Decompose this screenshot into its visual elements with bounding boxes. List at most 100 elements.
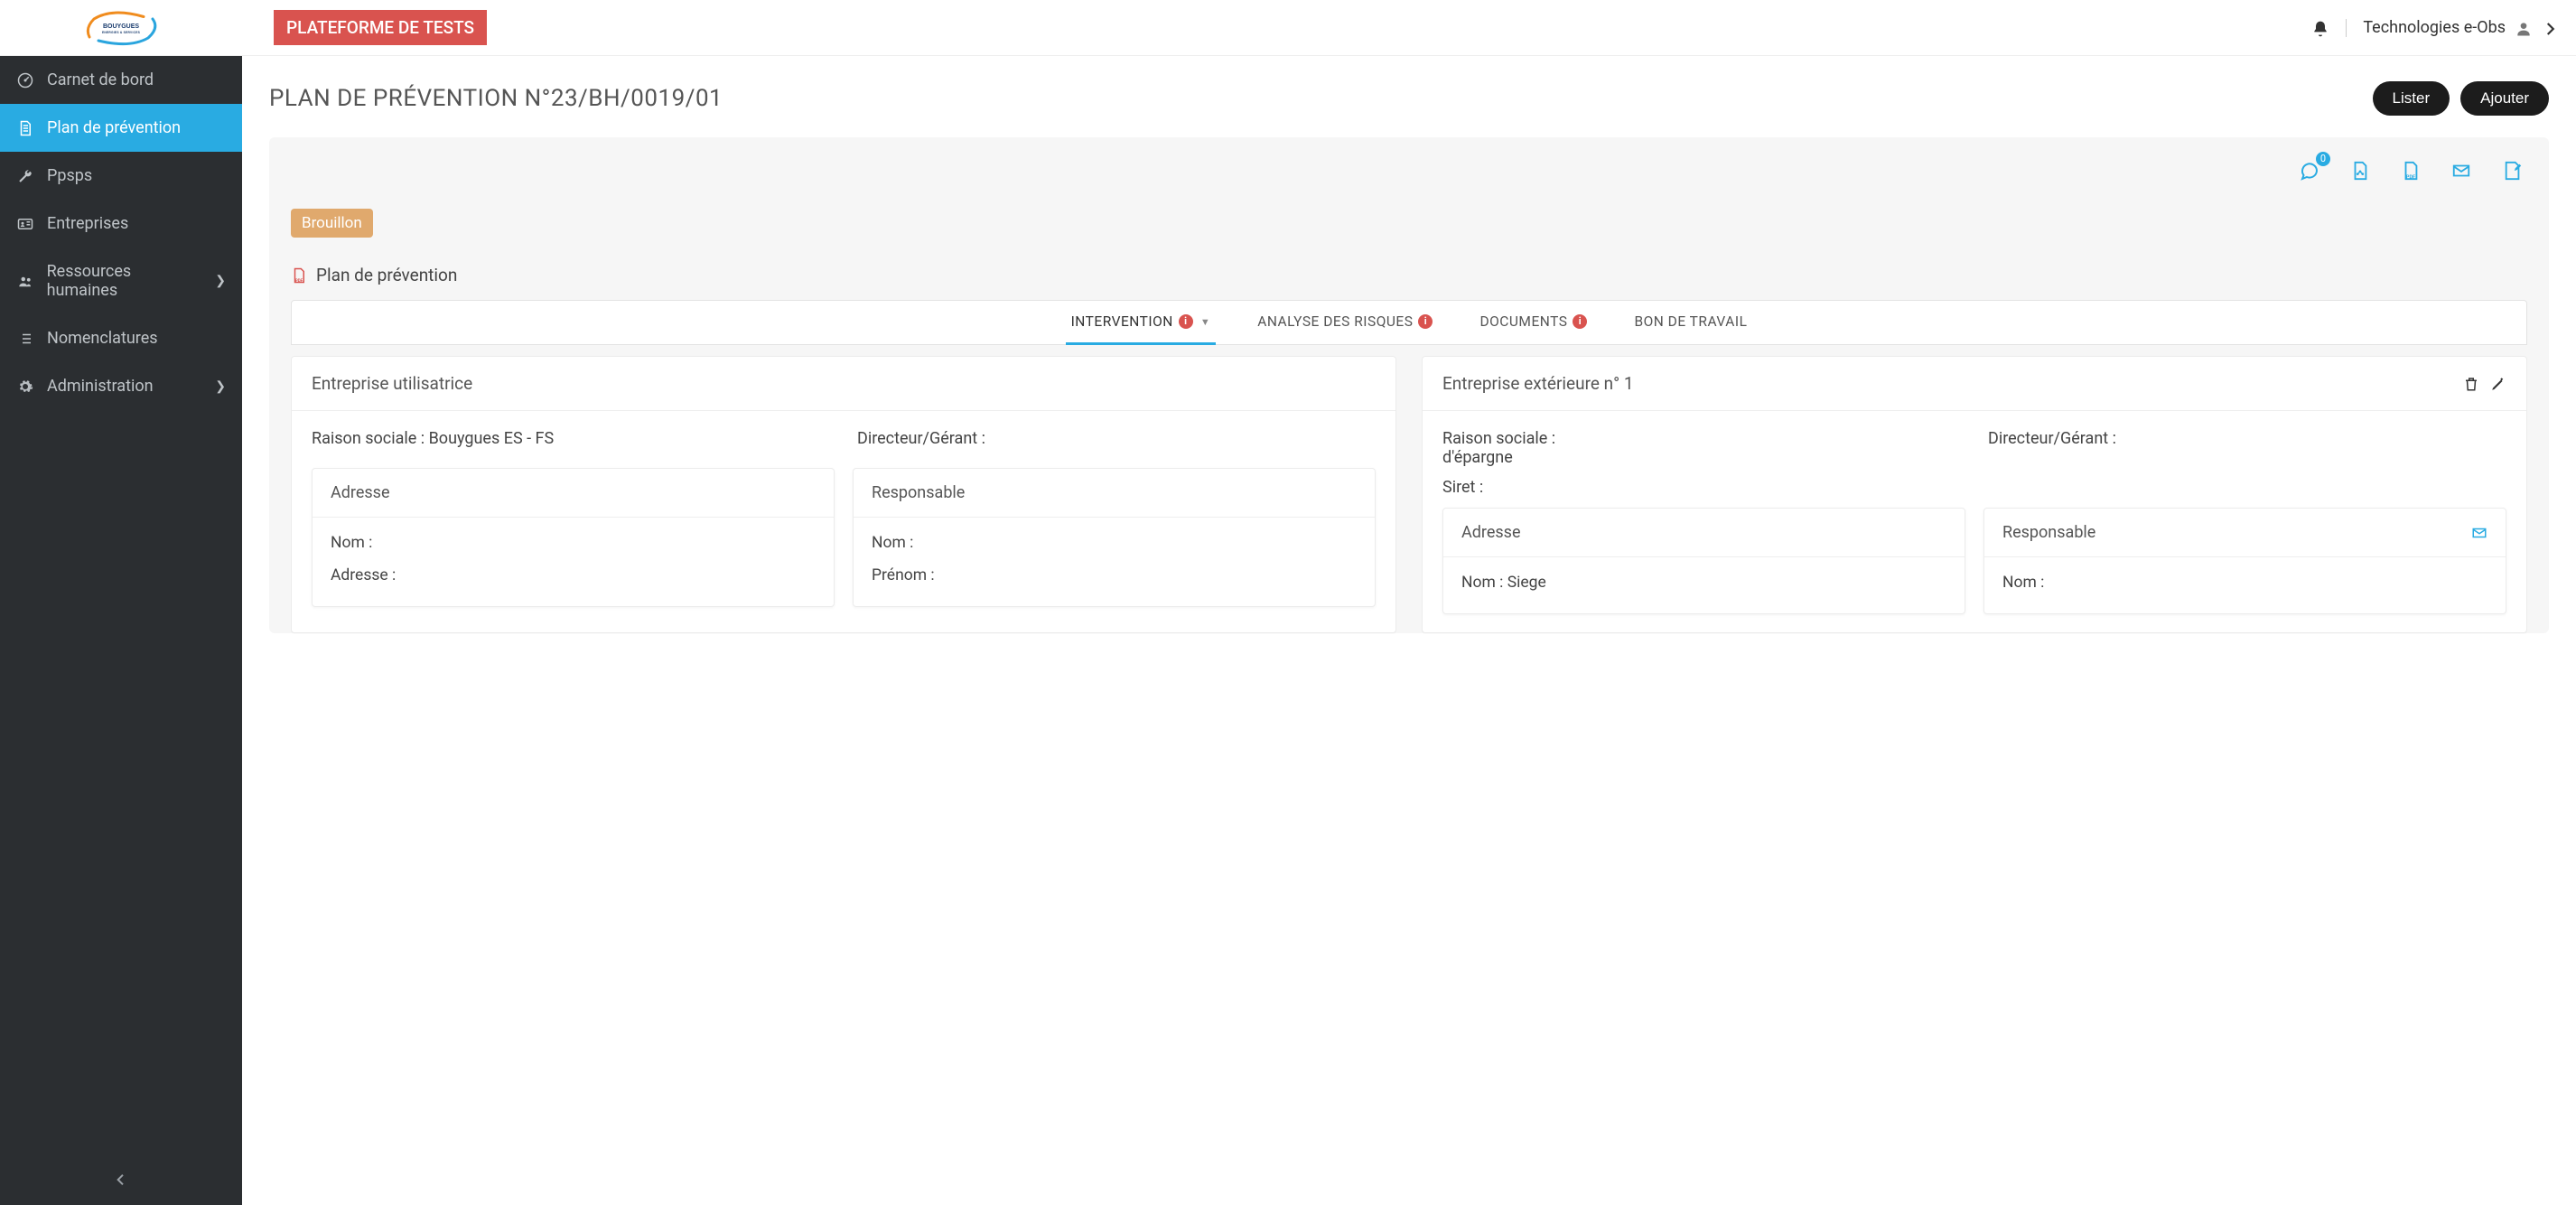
value: Siege (1507, 574, 1546, 592)
user-icon[interactable] (2515, 17, 2533, 39)
chevron-right-icon[interactable] (2542, 17, 2558, 39)
sidebar-item-label: Carnet de bord (47, 70, 154, 89)
section-title: Plan de prévention (316, 265, 457, 285)
page-actions: Lister Ajouter (2373, 81, 2549, 116)
main-content: PLAN DE PRÉVENTION N°23/BH/0019/01 Liste… (242, 56, 2576, 1205)
card-entreprise-utilisatrice: Entreprise utilisatrice Raison sociale :… (291, 356, 1396, 633)
sidebar-item-nomenclatures[interactable]: Nomenclatures (0, 314, 242, 362)
envelope-icon[interactable] (2451, 159, 2471, 182)
field-directeur: Directeur/Gérant : (1988, 429, 2506, 448)
sidebar-collapse-button[interactable] (0, 1163, 242, 1196)
svg-text:PDF: PDF (295, 278, 303, 284)
tab-intervention[interactable]: INTERVENTION i ▼ (1066, 301, 1217, 345)
card-body: Raison sociale : Bouygues ES - FS Direct… (292, 411, 1395, 625)
tab-label: DOCUMENTS (1479, 313, 1567, 330)
chevron-left-icon (114, 1172, 128, 1187)
label: Raison sociale : (1442, 429, 1555, 448)
topbar-right: Technologies e-Obs (2311, 17, 2558, 39)
sidebar-item-carnet-de-bord[interactable]: Carnet de bord (0, 56, 242, 104)
subcard-title: Adresse (1461, 523, 1521, 542)
page-title: PLAN DE PRÉVENTION N°23/BH/0019/01 (269, 85, 723, 112)
envelope-icon[interactable] (2471, 524, 2487, 542)
field-directeur: Directeur/Gérant : (857, 429, 1376, 448)
label: Nom : (1461, 574, 1503, 592)
value: Bouygues ES - FS (429, 429, 555, 448)
bouygues-logo-icon: BOUYGUES ENERGIES & SERVICES (80, 10, 162, 46)
subcard-title: Adresse (331, 483, 390, 502)
sidebar-item-plan-de-prevention[interactable]: Plan de prévention (0, 104, 242, 152)
svg-text:BOUYGUES: BOUYGUES (103, 23, 139, 30)
sign-icon[interactable] (2502, 159, 2524, 182)
sidebar: Carnet de bord Plan de prévention Ppsps … (0, 56, 242, 1205)
list-button[interactable]: Lister (2373, 81, 2450, 116)
subcard-responsable: Responsable Nom : (1983, 508, 2506, 614)
sidebar-item-ressources-humaines[interactable]: Ressources humaines ❯ (0, 248, 242, 314)
logo[interactable]: BOUYGUES ENERGIES & SERVICES (80, 10, 162, 46)
edit-icon[interactable] (2490, 374, 2506, 393)
field-prenom: Prénom : (872, 566, 1357, 584)
environment-badge: PLATEFORME DE TESTS (274, 10, 487, 45)
sidebar-item-label: Entreprises (47, 214, 128, 233)
document-icon (16, 119, 34, 137)
svg-text:PDF: PDF (2406, 174, 2415, 180)
tab-label: INTERVENTION (1071, 313, 1173, 330)
field-raison-sociale: Raison sociale : Bouygues ES - FS (312, 429, 830, 448)
pdf-file-icon: PDF (291, 266, 307, 285)
comments-badge: 0 (2316, 152, 2330, 166)
subcard-adresse: Adresse Nom : Adresse : (312, 468, 835, 607)
card-head: Entreprise extérieure n° 1 (1423, 357, 2526, 411)
list-icon (16, 330, 34, 348)
file-pdf-icon[interactable]: PDF (2401, 159, 2421, 182)
field-nom: Nom : (872, 534, 1357, 552)
subcard-head: Adresse (1443, 509, 1965, 557)
subcard-responsable: Responsable Nom : Prénom : (853, 468, 1376, 607)
card-head: Entreprise utilisatrice (292, 357, 1395, 411)
toolbar-icons: 0 PDF (269, 159, 2549, 191)
subcard-title: Responsable (2002, 523, 2095, 542)
field-adresse: Adresse : (331, 566, 816, 584)
cards-row: Entreprise utilisatrice Raison sociale :… (291, 356, 2527, 633)
info-icon: i (1179, 314, 1193, 329)
field-siret: Siret : (1442, 478, 2506, 497)
sidebar-item-label: Administration (47, 377, 154, 396)
page-head: PLAN DE PRÉVENTION N°23/BH/0019/01 Liste… (269, 81, 2549, 116)
bell-icon[interactable] (2311, 17, 2329, 39)
card-body: Raison sociale : d'épargne Directeur/Gér… (1423, 411, 2526, 632)
sidebar-item-label: Ressources humaines (47, 262, 203, 300)
subcard-adresse: Adresse Nom : Siege (1442, 508, 1965, 614)
field-raison-sociale: Raison sociale : d'épargne (1442, 429, 1961, 467)
tab-documents[interactable]: DOCUMENTS i (1474, 301, 1592, 345)
sidebar-item-label: Plan de prévention (47, 118, 181, 137)
add-button[interactable]: Ajouter (2460, 81, 2549, 116)
gear-icon (16, 378, 34, 396)
sidebar-item-ppsps[interactable]: Ppsps (0, 152, 242, 200)
delete-icon[interactable] (2463, 374, 2479, 393)
card-entreprise-exterieure: Entreprise extérieure n° 1 (1422, 356, 2527, 633)
info-icon: i (1418, 314, 1433, 329)
status-badge: Brouillon (291, 209, 373, 238)
file-share-icon[interactable] (2350, 159, 2370, 182)
sidebar-item-label: Nomenclatures (47, 329, 158, 348)
label: Directeur/Gérant : (857, 429, 985, 448)
tab-bon-de-travail[interactable]: BON DE TRAVAIL (1629, 301, 1752, 345)
people-icon (16, 272, 34, 290)
card-title: Entreprise extérieure n° 1 (1442, 373, 1634, 394)
comments-icon[interactable]: 0 (2298, 159, 2319, 182)
sidebar-item-administration[interactable]: Administration ❯ (0, 362, 242, 410)
logo-zone: BOUYGUES ENERGIES & SERVICES (0, 10, 242, 46)
dashboard-icon (16, 71, 34, 89)
sidebar-item-entreprises[interactable]: Entreprises (0, 200, 242, 248)
field-nom: Nom : Siege (1461, 574, 1946, 592)
tab-analyse-des-risques[interactable]: ANALYSE DES RISQUES i (1252, 301, 1438, 345)
svg-text:ENERGIES & SERVICES: ENERGIES & SERVICES (102, 31, 141, 34)
subcard-head: Adresse (313, 469, 834, 518)
field-nom: Nom : (331, 534, 816, 552)
tabs: INTERVENTION i ▼ ANALYSE DES RISQUES i D… (291, 300, 2527, 345)
panel: 0 PDF Brouillon PDF (269, 137, 2549, 633)
chevron-right-icon: ❯ (215, 379, 226, 394)
field-nom: Nom : (2002, 574, 2487, 592)
info-icon: i (1573, 314, 1587, 329)
caret-down-icon: ▼ (1200, 316, 1210, 328)
label: Directeur/Gérant : (1988, 429, 2116, 448)
section-label: PDF Plan de prévention (291, 265, 2527, 285)
